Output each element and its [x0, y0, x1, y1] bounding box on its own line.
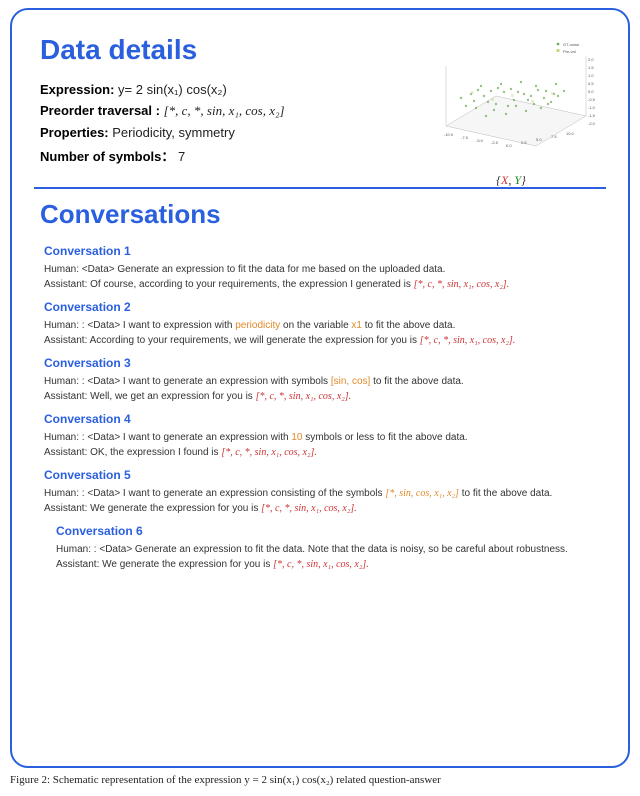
conversation-title: Conversation 1 [44, 244, 606, 258]
conversation-title: Conversation 3 [44, 356, 606, 370]
expression-label: Expression: [40, 82, 114, 97]
figure-card: 2.0 1.5 1.0 0.5 0.0 -0.5 -1.0 -1.5 -2.0 -10.0 -… [10, 8, 630, 768]
human-line: Human: : <Data> Generate an expression t… [56, 542, 606, 557]
svg-text:5.0: 5.0 [536, 137, 542, 142]
human-line: Human: : <Data> I want to generate an ex… [44, 374, 606, 389]
svg-text:-5.0: -5.0 [476, 138, 484, 143]
properties-label: Properties: [40, 125, 109, 140]
conversation-title: Conversation 5 [44, 468, 606, 482]
svg-text:0.5: 0.5 [588, 81, 594, 86]
preorder-value: [*, c, *, sin, x₁, cos, x₂] [164, 103, 285, 118]
conversation-title: Conversation 2 [44, 300, 606, 314]
conversation-block: Conversation 3 Human: : <Data> I want to… [44, 356, 606, 404]
svg-text:Pre-val: Pre-val [563, 49, 576, 54]
assistant-line: Assistant: Of course, according to your … [44, 277, 606, 292]
svg-text:10.0: 10.0 [566, 131, 575, 136]
plot-svg: 2.0 1.5 1.0 0.5 0.0 -0.5 -1.0 -1.5 -2.0 -10.0 -… [416, 36, 606, 166]
svg-text:-2.0: -2.0 [588, 121, 596, 126]
conversation-block: Conversation 6 Human: : <Data> Generate … [56, 524, 606, 572]
plot-3d: 2.0 1.5 1.0 0.5 0.0 -0.5 -1.0 -1.5 -2.0 -10.0 -… [416, 36, 606, 186]
svg-text:2.5: 2.5 [521, 140, 527, 145]
conversation-block: Conversation 5 Human: : <Data> I want to… [44, 468, 606, 516]
properties-value: Periodicity, symmetry [112, 125, 235, 140]
conversation-title: Conversation 6 [56, 524, 606, 538]
svg-text:-0.5: -0.5 [588, 97, 596, 102]
svg-text:2.0: 2.0 [588, 57, 594, 62]
conversation-block: Conversation 1 Human: <Data> Generate an… [44, 244, 606, 292]
preorder-label: Preorder traversal : [40, 103, 160, 118]
assistant-line: Assistant: We generate the expression fo… [44, 501, 606, 516]
conversation-block: Conversation 4 Human: : <Data> I want to… [44, 412, 606, 460]
svg-text:-1.5: -1.5 [588, 113, 596, 118]
figure-caption: Figure 2: Schematic representation of th… [10, 774, 630, 786]
svg-text:-2.5: -2.5 [491, 140, 499, 145]
human-line: Human: <Data> Generate an expression to … [44, 262, 606, 277]
assistant-line: Assistant: We generate the expression fo… [56, 557, 606, 572]
svg-text:1.5: 1.5 [588, 65, 594, 70]
assistant-line: Assistant: According to your requirement… [44, 333, 606, 348]
assistant-line: Assistant: Well, we get an expression fo… [44, 389, 606, 404]
numsymbols-label: Number of symbols： [40, 149, 174, 164]
human-line: Human: : <Data> I want to generate an ex… [44, 486, 606, 501]
svg-text:-7.5: -7.5 [461, 135, 469, 140]
plot-caption: {X, Y} [416, 173, 606, 188]
svg-text:-1.0: -1.0 [588, 105, 596, 110]
conversation-title: Conversation 4 [44, 412, 606, 426]
svg-text:-10.0: -10.0 [444, 132, 454, 137]
conversation-block: Conversation 2 Human: : <Data> I want to… [44, 300, 606, 348]
svg-text:0.0: 0.0 [506, 143, 512, 148]
expression-value: y= 2 sin(x₁) cos(x₂) [118, 82, 227, 97]
numsymbols-value: 7 [178, 149, 185, 164]
svg-text:GT-noise: GT-noise [563, 42, 580, 47]
human-line: Human: : <Data> I want to expression wit… [44, 318, 606, 333]
svg-text:0.0: 0.0 [588, 89, 594, 94]
conversations-title: Conversations [40, 199, 606, 230]
human-line: Human: : <Data> I want to generate an ex… [44, 430, 606, 445]
svg-text:1.0: 1.0 [588, 73, 594, 78]
assistant-line: Assistant: OK, the expression I found is… [44, 445, 606, 460]
svg-text:7.5: 7.5 [551, 134, 557, 139]
